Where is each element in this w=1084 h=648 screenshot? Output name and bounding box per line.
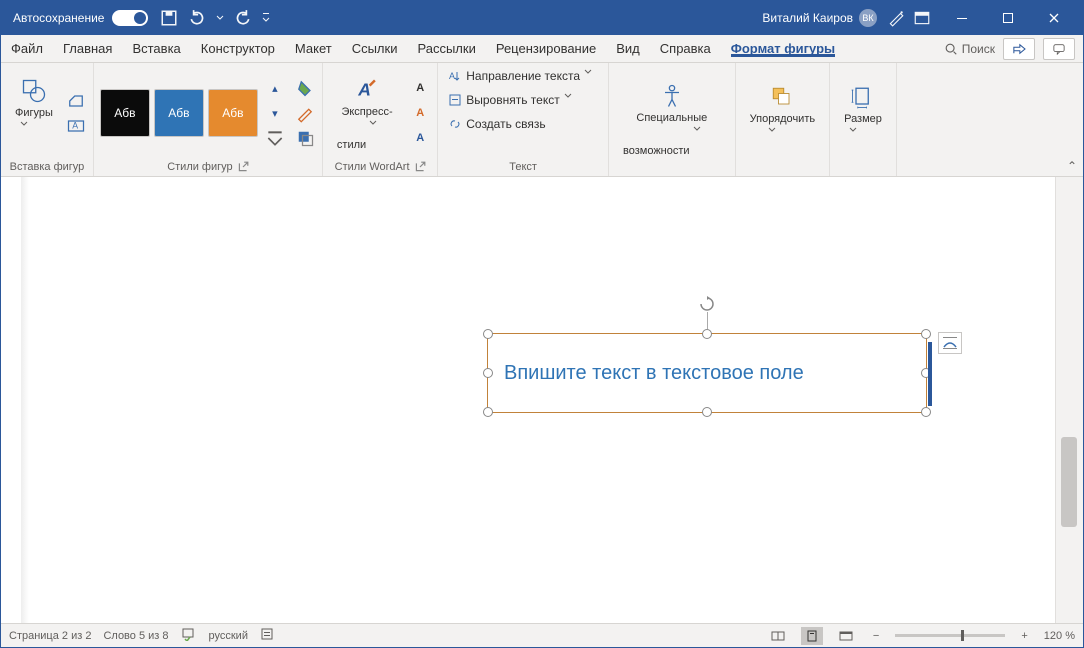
express-styles-button[interactable]: A Экспресс- стили	[329, 74, 405, 153]
ribbon-tabs: Файл Главная Вставка Конструктор Макет С…	[1, 35, 1083, 63]
right-gutter	[1055, 177, 1083, 623]
document-canvas[interactable]: Впишите текст в текстовое поле	[1, 177, 1083, 623]
group-styles-label: Стили фигур	[167, 161, 232, 173]
tab-format[interactable]: Формат фигуры	[721, 35, 845, 62]
resize-handle-tm[interactable]	[702, 329, 712, 339]
web-layout-icon[interactable]	[835, 627, 857, 645]
text-direction-button[interactable]: AНаправление текста	[444, 67, 602, 85]
text-effects-button[interactable]: A	[409, 127, 431, 149]
rotate-handle-icon[interactable]	[699, 296, 715, 312]
text-outline-button[interactable]: A	[409, 102, 431, 124]
maximize-button[interactable]	[985, 1, 1031, 35]
redo-icon[interactable]	[234, 9, 252, 27]
style-scroll-up[interactable]: ▴	[264, 77, 286, 99]
style-swatch-2[interactable]: Абв	[154, 89, 204, 137]
create-link-button[interactable]: Создать связь	[444, 115, 549, 133]
tab-insert[interactable]: Вставка	[122, 35, 190, 62]
text-box-content[interactable]: Впишите текст в текстовое поле	[504, 362, 804, 385]
resize-handle-ml[interactable]	[483, 368, 493, 378]
zoom-in-button[interactable]: +	[1017, 630, 1031, 642]
search-label: Поиск	[962, 42, 995, 56]
undo-icon[interactable]	[188, 9, 206, 27]
style-more[interactable]	[264, 127, 286, 149]
styles-dialog-launcher-icon[interactable]	[237, 161, 249, 173]
accessibility-button[interactable]: Специальные возможности	[615, 80, 729, 159]
group-wordart-label: Стили WordArt	[335, 161, 410, 173]
vertical-scrollbar[interactable]	[1061, 437, 1077, 527]
zoom-slider[interactable]	[895, 634, 1005, 637]
tab-construct[interactable]: Конструктор	[191, 35, 285, 62]
ribbon-mode-icon[interactable]	[913, 9, 931, 27]
status-bar: Страница 2 из 2 Слово 5 из 8 русский − +…	[1, 623, 1083, 647]
print-layout-icon[interactable]	[801, 627, 823, 645]
rotate-connector	[707, 312, 708, 329]
shape-effects-button[interactable]	[294, 127, 316, 149]
tab-layout[interactable]: Макет	[285, 35, 342, 62]
spellcheck-icon[interactable]	[181, 627, 197, 644]
style-swatch-1[interactable]: Абв	[100, 89, 150, 137]
qat-more-icon[interactable]	[262, 9, 270, 27]
language-indicator[interactable]: русский	[209, 630, 248, 642]
resize-handle-bl[interactable]	[483, 407, 493, 417]
group-insert-label: Вставка фигур	[7, 159, 87, 175]
autosave-toggle[interactable]	[112, 10, 148, 26]
share-button[interactable]	[1003, 38, 1035, 60]
draw-mode-icon[interactable]	[887, 9, 905, 27]
page-edge	[21, 177, 29, 623]
text-fill-button[interactable]: A	[409, 77, 431, 99]
collapse-ribbon-icon[interactable]: ⌃	[1067, 159, 1077, 173]
text-box-button[interactable]: A	[65, 115, 87, 137]
align-text-button[interactable]: Выровнять текст	[444, 91, 581, 109]
svg-text:A: A	[449, 71, 455, 81]
selected-text-box[interactable]: Впишите текст в текстовое поле	[487, 333, 927, 413]
tab-view[interactable]: Вид	[606, 35, 650, 62]
tab-file[interactable]: Файл	[1, 35, 53, 62]
ribbon: Фигуры A Вставка фигур Абв Абв Абв ▴ ▾	[1, 63, 1083, 177]
shape-fill-button[interactable]	[294, 77, 316, 99]
comments-button[interactable]	[1043, 38, 1075, 60]
arrange-button[interactable]: Упорядочить	[742, 81, 823, 157]
word-count[interactable]: Слово 5 из 8	[103, 630, 168, 642]
page-indicator[interactable]: Страница 2 из 2	[9, 630, 91, 642]
resize-handle-tr[interactable]	[921, 329, 931, 339]
user-name: Виталий Каиров	[762, 11, 853, 25]
edit-shape-button[interactable]	[65, 90, 87, 112]
tab-home[interactable]: Главная	[53, 35, 122, 62]
zoom-out-button[interactable]: −	[869, 630, 883, 642]
svg-text:A: A	[357, 79, 371, 99]
tab-refs[interactable]: Ссылки	[342, 35, 408, 62]
style-scroll-down[interactable]: ▾	[264, 102, 286, 124]
text-cursor	[928, 342, 932, 406]
style-swatch-3[interactable]: Абв	[208, 89, 258, 137]
close-button[interactable]	[1031, 1, 1077, 35]
size-button[interactable]: Размер	[836, 81, 890, 157]
avatar: ВК	[859, 9, 877, 27]
resize-handle-bm[interactable]	[702, 407, 712, 417]
undo-dropdown-icon[interactable]	[216, 9, 224, 27]
tab-review[interactable]: Рецензирование	[486, 35, 606, 62]
shapes-gallery-button[interactable]: Фигуры	[7, 75, 61, 151]
group-text-label: Текст	[444, 159, 602, 175]
svg-text:A: A	[72, 120, 78, 130]
zoom-level[interactable]: 120 %	[1044, 630, 1075, 642]
resize-handle-tl[interactable]	[483, 329, 493, 339]
user-account[interactable]: Виталий Каиров ВК	[762, 9, 877, 27]
search-button[interactable]: Поиск	[944, 42, 995, 56]
tab-mail[interactable]: Рассылки	[407, 35, 485, 62]
shape-outline-button[interactable]	[294, 102, 316, 124]
minimize-button[interactable]	[939, 1, 985, 35]
autosave-label: Автосохранение	[13, 11, 104, 25]
macro-icon[interactable]	[260, 627, 274, 644]
layout-options-icon[interactable]	[938, 332, 962, 354]
title-bar: Автосохранение Виталий Каиров ВК	[1, 1, 1083, 35]
wordart-dialog-launcher-icon[interactable]	[414, 161, 426, 173]
read-mode-icon[interactable]	[767, 627, 789, 645]
resize-handle-br[interactable]	[921, 407, 931, 417]
save-icon[interactable]	[160, 9, 178, 27]
tab-help[interactable]: Справка	[650, 35, 721, 62]
